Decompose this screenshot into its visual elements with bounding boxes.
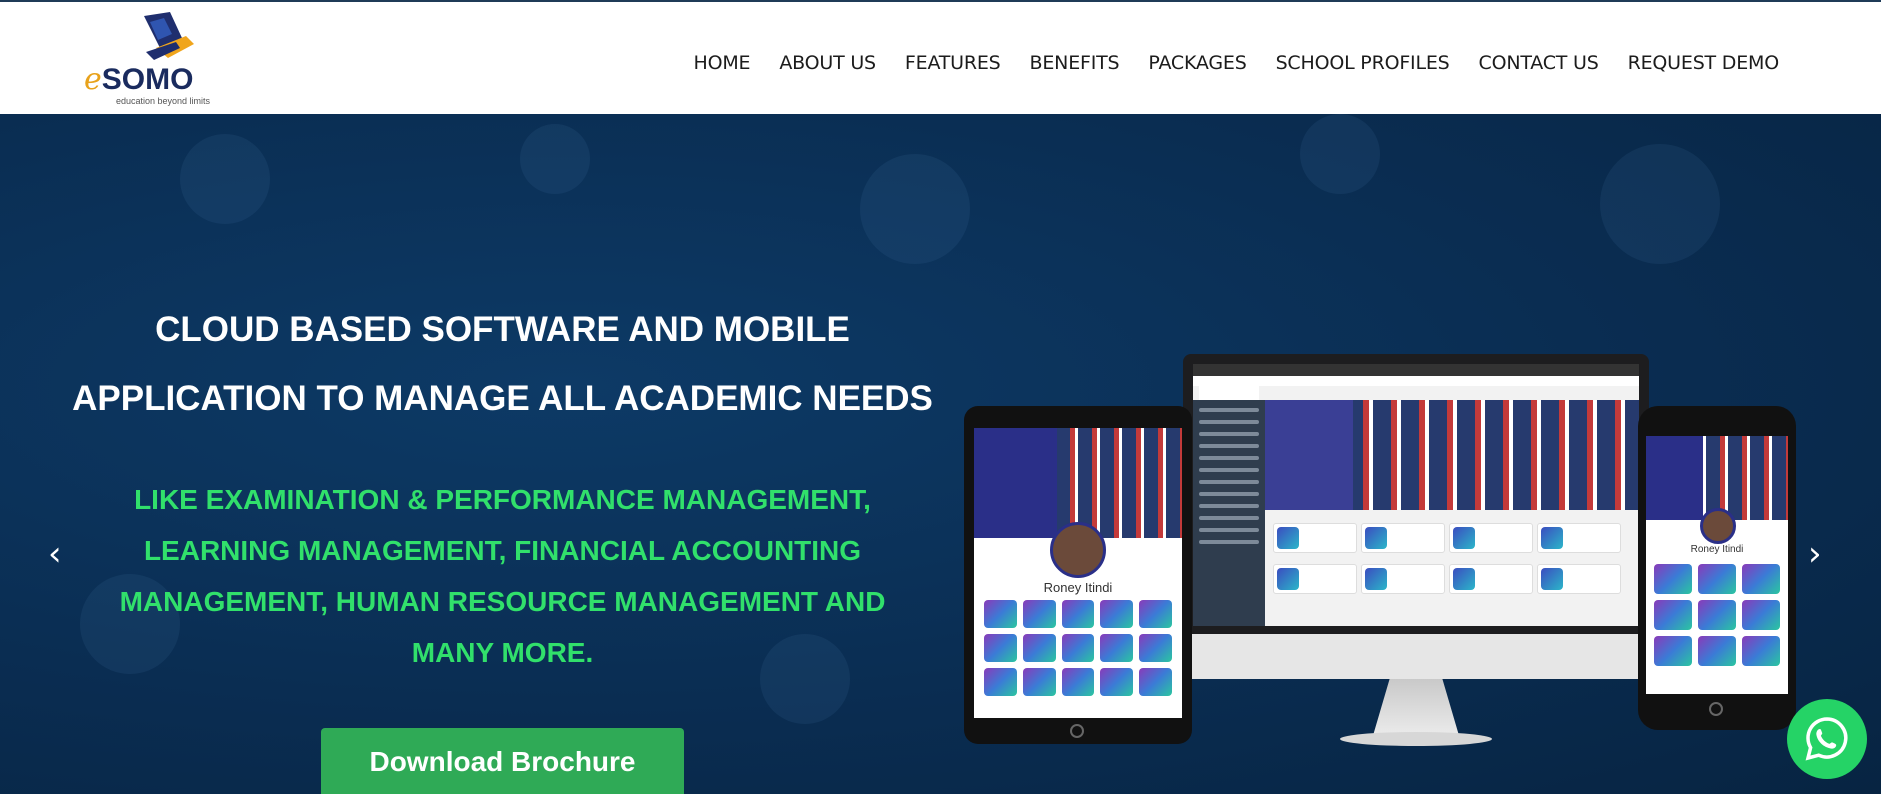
bg-bokeh: [180, 134, 270, 224]
hero-sub-line3: MANAGEMENT, HUMAN RESOURCE MANAGEMENT AN…: [119, 586, 886, 617]
app-logo: [1199, 386, 1259, 400]
hero-heading-line1: CLOUD BASED SOFTWARE AND MOBILE: [155, 310, 850, 349]
nav-school-profiles[interactable]: SCHOOL PROFILES: [1276, 52, 1450, 74]
bg-bokeh: [860, 154, 970, 264]
student-name: Roney Itindi: [1690, 544, 1744, 555]
phone-home-button: [1709, 702, 1723, 716]
school-band: [974, 428, 1058, 538]
hero-heading-line2: APPLICATION TO MANAGE ALL ACADEMIC NEEDS: [72, 379, 933, 418]
nav-request-demo[interactable]: REQUEST DEMO: [1628, 52, 1780, 74]
logo-somo: SOMO: [101, 63, 194, 96]
hero-sub-line2: LEARNING MANAGEMENT, FINANCIAL ACCOUNTIN…: [143, 535, 862, 566]
logo-e: e: [84, 62, 102, 97]
tablet-tiles: [984, 600, 1172, 696]
school-band: [1646, 436, 1703, 520]
download-brochure-button[interactable]: Download Brochure: [321, 728, 684, 794]
browser-tabs: [1193, 364, 1639, 376]
nav-home[interactable]: HOME: [693, 52, 750, 74]
logo-tagline: education beyond limits: [116, 96, 211, 106]
monitor-chin: [1183, 634, 1649, 679]
bg-bokeh: [1300, 114, 1380, 194]
nav-benefits[interactable]: BENEFITS: [1030, 52, 1120, 74]
hero-sub-line1: LIKE EXAMINATION & PERFORMANCE MANAGEMEN…: [134, 484, 871, 515]
student-name: Roney Itindi: [1043, 580, 1113, 595]
monitor-base: [1340, 732, 1492, 746]
phone-mockup: Roney Itindi: [1638, 406, 1796, 730]
main-nav: HOME ABOUT US FEATURES BENEFITS PACKAGES…: [664, 52, 1779, 74]
chevron-left-icon[interactable]: ‹: [48, 534, 62, 574]
student-avatar: [1700, 508, 1736, 544]
whatsapp-button[interactable]: [1787, 699, 1867, 779]
bg-bokeh: [1600, 144, 1720, 264]
monitor-screen: [1193, 364, 1639, 626]
hero-slider: CLOUD BASED SOFTWARE AND MOBILE APPLICAT…: [0, 114, 1881, 794]
site-header: eSOMO education beyond limits HOME ABOUT…: [0, 2, 1881, 114]
bg-bokeh: [520, 124, 590, 194]
logo-wordmark[interactable]: eSOMO: [84, 62, 193, 97]
app-sidebar: [1193, 400, 1265, 626]
nav-features[interactable]: FEATURES: [905, 52, 1001, 74]
tablet-mockup: Roney Itindi: [964, 406, 1192, 744]
student-avatar: [1050, 522, 1106, 578]
nav-contact-us[interactable]: CONTACT US: [1479, 52, 1599, 74]
nav-about-us[interactable]: ABOUT US: [779, 52, 876, 74]
chevron-right-icon[interactable]: ›: [1808, 534, 1822, 574]
nav-packages[interactable]: PACKAGES: [1148, 52, 1246, 74]
whatsapp-icon: [1805, 717, 1848, 761]
phone-screen: Roney Itindi: [1646, 436, 1788, 694]
hero-sub-line4: MANY MORE.: [411, 637, 594, 668]
phone-tiles: [1654, 564, 1780, 666]
monitor-mockup: [1183, 354, 1649, 634]
monitor-stand: [1372, 679, 1460, 739]
tablet-home-button: [1070, 724, 1084, 738]
browser-url-bar: [1193, 376, 1639, 386]
school-photo: [1353, 400, 1639, 510]
tablet-screen: Roney Itindi: [974, 428, 1182, 718]
dashboard-cards: [1271, 520, 1633, 602]
